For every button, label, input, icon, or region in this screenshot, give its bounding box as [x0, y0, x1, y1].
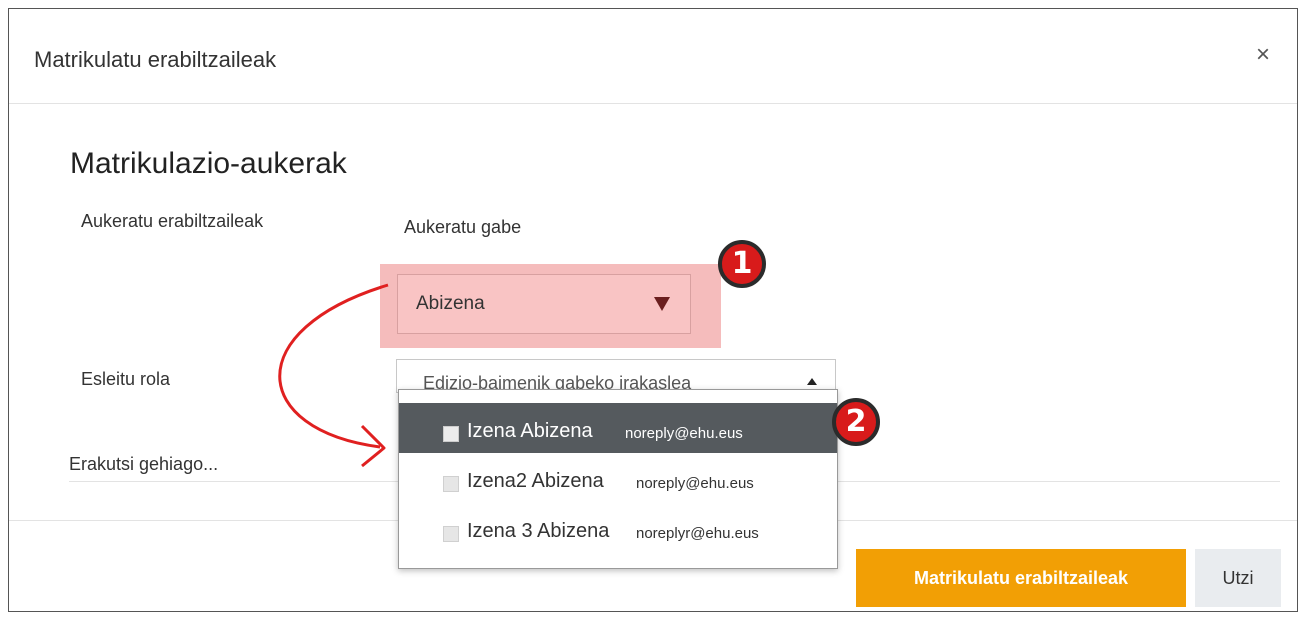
- annotation-arrow: [278, 283, 389, 468]
- annotation-badge-2: 2: [832, 398, 880, 446]
- annotation-badge-1: 1: [718, 240, 766, 288]
